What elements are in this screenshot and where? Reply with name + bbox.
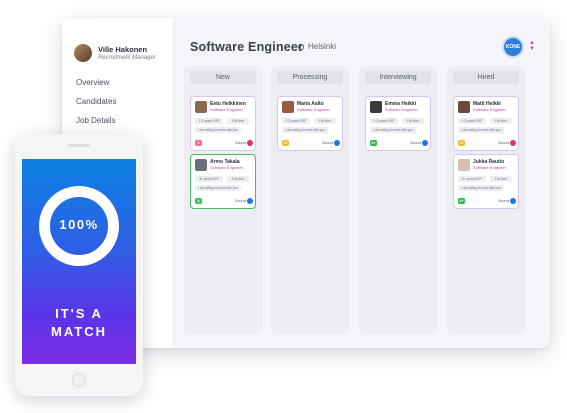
candidate-role: Software Engineer (210, 165, 243, 170)
candidate-card[interactable]: Matti Heikki Software Engineer 1-3 years E… (453, 96, 519, 151)
candidate-card[interactable]: Eetu Heikkinen Software Engineer 1-3 years… (190, 96, 256, 151)
employment-type-tag: Full-time (314, 118, 336, 124)
employment-type-tag: Full-time (490, 176, 512, 182)
candidate-role: Software Engineer (385, 107, 418, 112)
candidate-card[interactable]: Armo Takala Software Engineer 3+ years EXP… (190, 154, 256, 209)
match-grade-badge: C (195, 140, 202, 146)
facebook-icon (334, 140, 340, 146)
sidebar-item-job-details[interactable]: Job Details (76, 116, 116, 125)
kanban-column-new: New Eetu Heikkinen Software Engineer 1-3 ye… (184, 66, 262, 334)
candidate-avatar (195, 159, 207, 171)
match-grade-badge: B (282, 140, 289, 146)
avatar (74, 44, 92, 62)
candidate-note-tag: I am willing to work with you (195, 185, 241, 191)
candidate-role: Software Engineer (297, 107, 330, 112)
source-label: Source (235, 141, 247, 145)
candidate-note-tag: I am willing to work with you (458, 127, 504, 133)
column-header: New (190, 71, 256, 84)
company-logo[interactable]: KONE (502, 36, 524, 58)
experience-tag: 3+ years EXP (458, 176, 486, 182)
match-grade-badge: B (458, 140, 465, 146)
employment-type-tag: Full-time (490, 118, 512, 124)
candidate-avatar (458, 101, 470, 113)
chevron-updown-icon[interactable]: ▲ ▼ (529, 40, 535, 52)
column-header: Processing (277, 71, 343, 84)
match-headline-line2: MATCH (51, 324, 107, 339)
source-label: Source (322, 141, 334, 145)
instagram-icon (510, 140, 516, 146)
source-label: Source (410, 141, 422, 145)
instagram-icon (247, 140, 253, 146)
experience-tag: 1-3 years EXP (370, 118, 398, 124)
experience-tag: 1-3 years EXP (458, 118, 486, 124)
candidate-avatar (195, 101, 207, 113)
candidate-card[interactable]: Jukka Rautio Software Engineer 3+ years EX… (453, 154, 519, 209)
candidate-card[interactable]: Maria Aalto Software Engineer 1-3 years EX… (277, 96, 343, 151)
phone-speaker (68, 144, 90, 147)
match-headline-line1: IT'S A (55, 306, 103, 321)
sidebar-item-overview[interactable]: Overview (76, 78, 109, 87)
kanban-column-processing: Processing Maria Aalto Software Engineer 1-… (271, 66, 349, 334)
employment-type-tag: Full-time (227, 176, 249, 182)
candidate-note-tag: I am willing to work with you (370, 127, 416, 133)
user-name: Ville Hakonen (98, 44, 148, 54)
candidate-role: Software Engineer (210, 107, 243, 112)
location-label: Helsinki (308, 42, 337, 51)
match-grade-badge: A+ (370, 140, 377, 146)
column-header: Interviewing (365, 71, 431, 84)
kanban-column-hired: Hired Matti Heikki Software Engineer 1-3 ye… (447, 66, 525, 334)
facebook-icon (247, 198, 253, 204)
phone-screen: 100% IT'S A MATCH (22, 159, 136, 364)
source-label: Source (235, 199, 247, 203)
candidate-avatar (458, 159, 470, 171)
candidate-card[interactable]: Emma Heikki Software Engineer 1-3 years EX… (365, 96, 431, 151)
candidate-avatar (370, 101, 382, 113)
candidate-role: Software Engineer (473, 107, 506, 112)
page-title: Software Engineer (190, 40, 304, 54)
employment-type-tag: Full-time (227, 118, 249, 124)
candidate-avatar (282, 101, 294, 113)
user-role: Recruitment Manager (98, 54, 156, 61)
candidate-note-tag: I am willing to work with you (458, 185, 504, 191)
source-label: Source (498, 199, 510, 203)
candidate-note-tag: I am willing to work with you (195, 127, 241, 133)
facebook-icon (422, 140, 428, 146)
home-button[interactable] (72, 373, 86, 387)
sidebar-item-candidates[interactable]: Candidates (76, 97, 116, 106)
match-grade-badge: A (195, 198, 202, 204)
kanban-column-interviewing: Interviewing Emma Heikki Software Engineer… (359, 66, 437, 334)
phone-mockup: 100% IT'S A MATCH (15, 134, 143, 396)
job-location: Helsinki (296, 42, 337, 51)
facebook-icon (510, 198, 516, 204)
candidate-role: Software Engineer (473, 165, 506, 170)
experience-tag: 1-3 years EXP (282, 118, 310, 124)
location-pin-icon (296, 42, 306, 51)
match-grade-badge: A+ (458, 198, 465, 204)
match-percent: 100% (59, 217, 99, 232)
column-header: Hired (453, 71, 519, 84)
user-profile[interactable]: Ville Hakonen Recruitment Manager (74, 44, 156, 62)
user-info: Ville Hakonen Recruitment Manager (98, 45, 156, 62)
experience-tag: 1-3 years EXP (195, 118, 223, 124)
candidate-note-tag: I am willing to work with you (282, 127, 328, 133)
experience-tag: 3+ years EXP (195, 176, 223, 182)
employment-type-tag: Full-time (402, 118, 424, 124)
source-label: Source (498, 141, 510, 145)
